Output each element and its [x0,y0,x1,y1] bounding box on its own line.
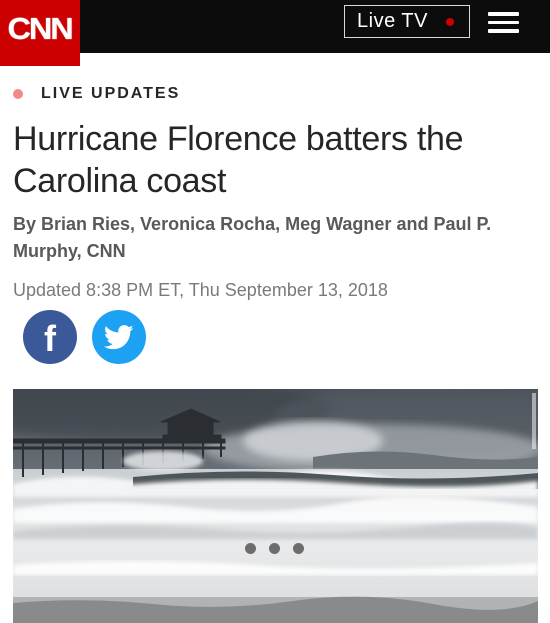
hero-image [13,389,538,623]
live-indicator-icon [446,18,454,26]
article-headline: Hurricane Florence batters the Carolina … [13,120,464,200]
live-tv-label: Live TV [357,10,428,32]
twitter-share-button[interactable] [92,310,146,364]
live-tv-button[interactable]: Live TV [344,5,470,38]
gallery-dot[interactable] [293,543,304,554]
live-updates-tag: LIVE UPDATES [13,84,180,104]
gallery-dots[interactable] [245,543,304,554]
twitter-icon [104,324,134,349]
photo-credit-strip [532,393,536,449]
facebook-icon: f [44,318,56,359]
article-byline: By Brian Ries, Veronica Rocha, Meg Wagne… [13,214,492,261]
live-updates-label: LIVE UPDATES [41,85,181,102]
gallery-dot[interactable] [269,543,280,554]
facebook-share-button[interactable]: f [23,310,77,364]
article-timestamp: Updated 8:38 PM ET, Thu September 13, 20… [13,280,388,300]
cnn-logo[interactable]: CNN [0,0,80,66]
gallery-dot[interactable] [245,543,256,554]
live-bullet-icon [13,89,23,99]
top-nav-bar: CNN Live TV [0,0,550,66]
hamburger-menu-icon[interactable] [488,12,519,33]
hurricane-pier-surf-photo[interactable] [13,389,538,623]
cnn-logo-text: CNN [7,11,74,46]
